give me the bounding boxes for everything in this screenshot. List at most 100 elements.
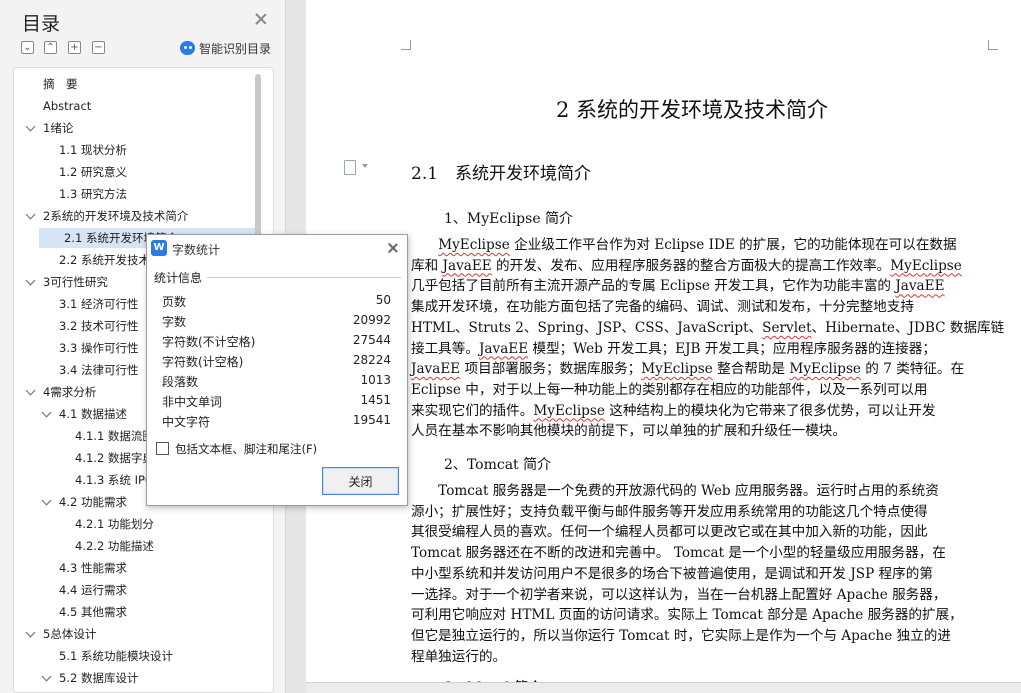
toc-item-label: 4.4 运行需求	[59, 583, 127, 597]
text-line: 几乎包括了目前所有主流开源产品的专属 Eclipse 开发工具，它作为功能丰富的…	[411, 278, 945, 295]
toc-item[interactable]: 5.1 系统功能模块设计	[59, 646, 173, 666]
toc-item[interactable]: 5总体设计	[25, 624, 97, 644]
text-line: 中小型系统和并发访问用户不是很多的场合下被普遍使用，是调试和开发 JSP 程序的…	[411, 565, 933, 582]
chevron-up-icon: ⌃	[46, 42, 55, 53]
toc-item-label: 4.1 数据描述	[59, 407, 127, 421]
dialog-close-icon[interactable]	[387, 242, 399, 254]
text-line: 程单独运行的。	[411, 648, 507, 665]
dropdown-arrow-icon[interactable]	[362, 164, 368, 168]
toc-item[interactable]: 3.2 技术可行性	[59, 316, 138, 336]
include-textbox-label[interactable]: 包括文本框、脚注和尾注(F)	[175, 441, 317, 457]
text-line: HTML、Struts 2、Spring、JSP、CSS、JavaScript、…	[411, 319, 1005, 336]
subsection-heading: 2、Tomcat 简介	[444, 457, 552, 473]
toc-item[interactable]: 4.5 其他需求	[59, 602, 127, 622]
text-line: 来实现它们的插件。MyEclipse 这种结构上的模块化为它带来了很多优势，可以…	[411, 402, 936, 419]
stat-value: 1013	[360, 373, 391, 387]
toc-item-label: 摘 要	[43, 77, 78, 91]
stat-label: 字符数(不计空格)	[162, 335, 256, 349]
toc-item[interactable]: 1.3 研究方法	[59, 184, 127, 204]
toc-item[interactable]: 4.1.3 系统 IPO	[75, 470, 154, 490]
toc-item[interactable]: 1.2 研究意义	[59, 162, 127, 182]
text-line: Tomcat 服务器是一个免费的开放源代码的 Web 应用服务器。运行时占用的系…	[411, 483, 939, 499]
smart-toc-button[interactable]: 智能识别目录	[180, 40, 271, 56]
toc-item[interactable]: 3.3 操作可行性	[59, 338, 138, 358]
toc-item[interactable]: 3可行性研究	[25, 272, 108, 292]
collapse-all-button[interactable]: ⌄	[21, 41, 34, 54]
text-line: 可利用它响应对 HTML 页面的访问请求。实际上 Tomcat 部分是 Apac…	[411, 607, 963, 624]
minus-icon: −	[94, 42, 103, 53]
text-line: MyEclipse 企业级工作平台作为对 Eclipse IDE 的扩展，它的功…	[438, 237, 957, 253]
toc-item[interactable]: 1绪论	[25, 118, 73, 138]
text-line: 库和 JavaEE 的开发、发布、应用程序服务器的整合方面极大的提高工作效率。M…	[411, 257, 962, 274]
text-line: 一选择。对于一个初学者来说，可以这样认为，当在一台机器上配置好 Apache 服…	[411, 586, 947, 603]
stat-value: 20992	[352, 313, 391, 327]
toc-item-label: 4.2 功能需求	[59, 495, 127, 509]
toc-item[interactable]: Abstract	[43, 96, 91, 116]
toc-item-label: 1.3 研究方法	[59, 187, 127, 201]
chevron-down-icon: ⌄	[23, 42, 32, 53]
toc-item-label: 5总体设计	[43, 627, 97, 641]
toc-title: 目录	[22, 13, 61, 35]
toc-item-label: 2系统的开发环境及技术简介	[43, 209, 189, 223]
stat-label: 非中文单词	[162, 395, 223, 409]
toc-item[interactable]: 4需求分析	[25, 382, 97, 402]
toc-item-label: 4.2.1 功能划分	[75, 517, 154, 531]
toc-item[interactable]: 5.2 数据库设计	[41, 668, 139, 688]
robot-icon	[180, 41, 195, 55]
toc-item-label: 1.2 研究意义	[59, 165, 127, 179]
toc-item-label: 3.2 技术可行性	[59, 319, 139, 333]
toc-item-label: 4需求分析	[43, 385, 97, 399]
stat-label: 字数	[162, 315, 187, 329]
stat-label: 段落数	[162, 375, 199, 389]
stats-section-label: 统计信息	[154, 271, 203, 285]
toc-item[interactable]: 摘 要	[43, 74, 78, 94]
horizontal-scrollbar[interactable]	[306, 682, 1021, 693]
stat-value: 50	[375, 293, 391, 307]
toc-item-label: 4.1.1 数据流图	[75, 429, 154, 443]
text-line: 但它是独立运行的，所以当你运行 Tomcat 时，它实际上是作为一个与 Apac…	[411, 627, 951, 644]
stat-value: 27544	[352, 333, 391, 347]
toc-item[interactable]: 3.4 法律可行性	[59, 360, 138, 380]
toc-item-label: 1.1 现状分析	[59, 143, 127, 157]
toc-item[interactable]: 4.4 运行需求	[59, 580, 127, 600]
toc-item[interactable]: 4.2 功能需求	[41, 492, 127, 512]
text-line: 集成开发环境，在功能方面包括了完备的编码、调试、测试和发布，十分完整地支持	[411, 299, 914, 316]
close-button[interactable]: 关闭	[322, 467, 399, 495]
text-line: JavaEE 项目部署服务；数据库服务；MyEclipse 整合帮助是 MyEc…	[411, 361, 965, 378]
toc-item-label: 4.5 其他需求	[59, 605, 127, 619]
toc-item[interactable]: 3.1 经济可行性	[59, 294, 138, 314]
expand-all-button[interactable]: ⌃	[44, 41, 57, 54]
text-line: 人员在基本不影响其他模块的前提下，可以单独的扩展和升级任一模块。	[411, 423, 846, 440]
text-line: 源小；扩展性好；支持负载平衡与邮件服务等开发应用系统常用的功能这几个特点使得	[411, 503, 928, 520]
stat-label: 字符数(计空格)	[162, 355, 244, 369]
toc-item[interactable]: 4.1 数据描述	[41, 404, 127, 424]
toc-item-label: 4.1.2 数据字典	[75, 451, 154, 465]
wps-writer-icon	[151, 240, 167, 256]
stat-label: 中文字符	[162, 415, 211, 429]
toc-item-label: 5.2 数据库设计	[59, 671, 139, 685]
document-page[interactable]: 2 系统的开发环境及技术简介 2.1 系统开发环境简介 1、MyEclipse …	[306, 0, 1021, 693]
toc-item[interactable]: 1.1 现状分析	[59, 140, 127, 160]
toc-item[interactable]: 4.1.1 数据流图	[75, 426, 154, 446]
text-line: 接工具等。JavaEE 模型；Web 开发工具；EJB 开发工具；应用程序服务器…	[411, 340, 936, 357]
toc-item[interactable]: 4.3 性能需求	[59, 558, 127, 578]
toc-item[interactable]: 4.2.2 功能描述	[75, 536, 154, 556]
plus-icon: +	[70, 42, 79, 53]
add-heading-button[interactable]: +	[68, 41, 81, 54]
chapter-heading: 2 系统的开发环境及技术简介	[556, 98, 829, 122]
toc-close-icon[interactable]	[254, 12, 268, 26]
toc-item[interactable]: 4.2.1 功能划分	[75, 514, 154, 534]
document-icon[interactable]	[344, 160, 356, 175]
toc-item[interactable]: 2系统的开发环境及技术简介	[25, 206, 189, 226]
include-textbox-checkbox[interactable]	[156, 442, 169, 455]
page-corner-mark	[988, 40, 998, 50]
toc-item-label: 4.2.2 功能描述	[75, 539, 154, 553]
toc-item-label: 3可行性研究	[43, 275, 108, 289]
toc-item-label: 5.1 系统功能模块设计	[59, 649, 173, 663]
section-heading: 2.1 系统开发环境简介	[411, 164, 592, 184]
text-line: Eclipse 中，对于以上每一种功能上的类别都存在相应的功能部件，以及一系列可…	[411, 381, 928, 398]
toc-item[interactable]: 4.1.2 数据字典	[75, 448, 154, 468]
toc-item-label: 4.1.3 系统 IPO	[75, 473, 154, 487]
text-line: Tomcat 服务器还在不断的改进和完善中。 Tomcat 是一个小型的轻量级应…	[411, 545, 946, 562]
remove-heading-button[interactable]: −	[92, 41, 105, 54]
